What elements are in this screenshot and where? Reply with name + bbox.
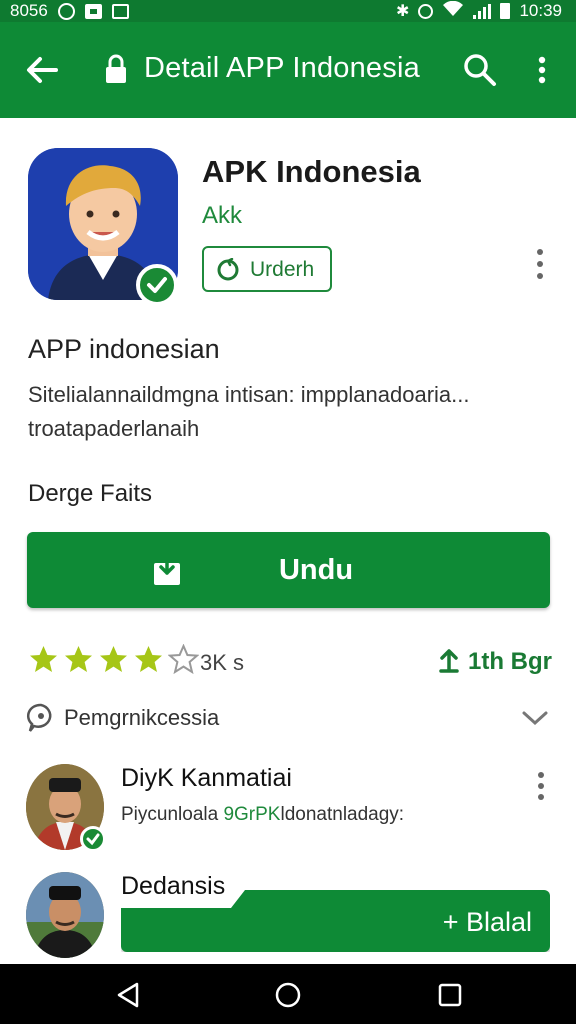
rank-text: 1th Bgr [468,648,552,675]
status-bar-right: ✱ 10:39 [396,0,562,22]
developer-link[interactable]: Akk [202,202,242,230]
app-bar: Detail APP Indonesia [0,22,576,118]
gallery-icon [84,3,102,19]
lock-icon [104,54,128,84]
subheading: Derge Faits [28,480,153,507]
page-title: Detail APP Indonesia [144,52,420,84]
upload-arrow-icon [438,649,460,673]
rating-count: 3K s [200,650,245,675]
message-icon [111,3,129,19]
star-filled-icon [135,646,162,672]
install-button-label: Undu [278,554,354,586]
signal-icon [473,3,492,19]
star-filled-icon [100,646,127,672]
app-name: APK Indonesia [202,154,421,189]
nav-back-icon[interactable] [113,980,143,1010]
about-title: APP indonesian [28,334,220,364]
app-description: Sitelialannaildmgna intisan: impplanadoa… [28,378,558,446]
status-bar: 8056 ✱ 10:39 [0,0,576,22]
star-empty-icon [168,644,199,675]
wifi-icon [442,0,464,22]
alarm-icon [418,3,434,19]
chevron-down-icon[interactable] [520,708,550,728]
refresh-icon [216,257,240,282]
instagram-icon [57,2,75,20]
more-vert-icon[interactable] [530,244,550,284]
review-text-highlight: 9GrPK [218,804,281,825]
reviews-header[interactable]: Pemgrnikcessia [26,702,550,736]
share-button-label: + Blalal [442,907,532,937]
check-badge-icon [136,264,178,306]
more-vert-icon[interactable] [530,52,554,88]
update-chip-label: Urderh [250,258,315,281]
nav-home-icon[interactable] [273,980,303,1010]
status-bar-left: 8056 [10,0,129,22]
check-badge-icon [80,826,106,852]
update-chip[interactable]: Urderh [202,246,332,292]
star-rating [28,644,199,675]
nav-recents-icon[interactable] [435,980,465,1010]
star-filled-icon [65,646,92,672]
chat-bubble-icon [26,702,56,734]
battery-icon [500,3,511,19]
review-author: DiyK Kanmatiai [121,764,292,792]
back-arrow-icon[interactable] [22,50,62,90]
description-line: Sitelialannaildmgna intisan: impplanadoa… [28,382,470,407]
status-time: 10:39 [519,1,562,20]
review-text: Piycunloala 9GrPKldonatnladagy: [121,804,404,826]
reviews-header-label: Pemgrnikcessia [64,705,220,730]
description-line: troatapaderlanaih [28,416,200,441]
review-author: Dedansis [121,872,226,900]
review-text-part: ldonatnladagy: [280,804,405,825]
install-button[interactable]: Undu [27,532,550,608]
bluetooth-icon: ✱ [396,3,410,20]
rank-badge: 1th Bgr [438,648,552,676]
navigation-bar [0,964,576,1024]
more-vert-icon[interactable] [531,768,551,804]
search-icon[interactable] [462,52,498,88]
review-text-part: Piycunloala [121,804,219,825]
star-filled-icon [30,646,57,672]
status-text: 8056 [10,1,48,20]
avatar [26,872,104,958]
